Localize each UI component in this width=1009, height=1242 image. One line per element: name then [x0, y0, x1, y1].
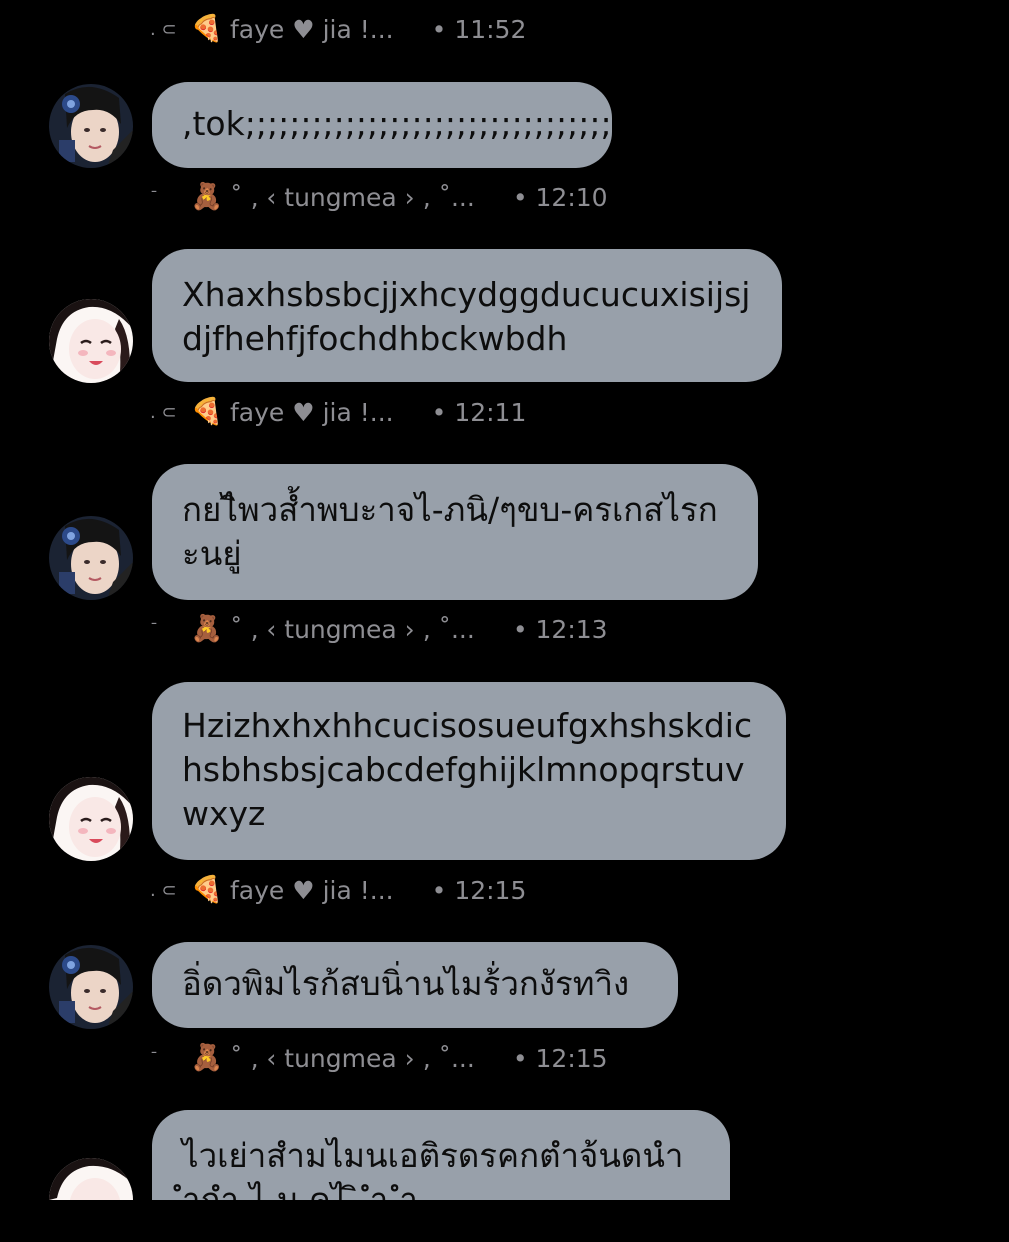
avatar-tungmea[interactable] [49, 299, 133, 383]
timestamp: • 12:15 [512, 1043, 608, 1073]
chat-thread: . ⊂ 🍕 faye ♥ jia !... • 11:52 ,tok;;;;;;… [0, 0, 1009, 1200]
user-marker: ¯ [150, 1048, 158, 1068]
sender-name[interactable]: faye ♥ jia !... [230, 876, 394, 905]
message-meta: ¯ 🧸 ˚ ‚ ‹ tungmea › ‚ ˚... • 12:13 [150, 609, 608, 649]
avatar-faye[interactable] [49, 84, 133, 168]
avatar-tungmea-image [49, 777, 133, 861]
avatar-faye-image [49, 945, 133, 1029]
avatar-tungmea[interactable] [49, 777, 133, 861]
user-marker: . ⊂ [150, 18, 177, 40]
timestamp: • 12:13 [512, 614, 608, 644]
teddy-bear-emoji: 🧸 [190, 614, 224, 644]
pizza-emoji: 🍕 [190, 397, 224, 427]
user-marker: ¯ [150, 619, 158, 639]
avatar-faye-image [49, 516, 133, 600]
pizza-emoji: 🍕 [190, 875, 224, 905]
avatar-tungmea-image [49, 1158, 133, 1200]
timestamp: • 12:15 [431, 875, 527, 905]
pizza-emoji: 🍕 [190, 14, 224, 44]
message-bubble[interactable]: Hzizhxhxhhcucisosueufgxhshskdichsbhsbsjc… [152, 682, 786, 860]
sender-name[interactable]: ˚ ‚ ‹ tungmea › ‚ ˚... [230, 183, 475, 212]
sender-name[interactable]: faye ♥ jia !... [230, 398, 394, 427]
timestamp: • 11:52 [431, 14, 527, 44]
message-meta: . ⊂ 🍕 faye ♥ jia !... • 12:11 [150, 392, 526, 432]
sender-name[interactable]: faye ♥ jia !... [230, 15, 394, 44]
message-bubble[interactable]: Xhaxhsbsbcjjxhcydggducucuxisijsjdjfhehfj… [152, 249, 782, 382]
message-meta: . ⊂ 🍕 faye ♥ jia !... • 12:15 [150, 870, 526, 910]
avatar-faye[interactable] [49, 516, 133, 600]
timestamp: • 12:10 [512, 182, 608, 212]
message-meta: ¯ 🧸 ˚ ‚ ‹ tungmea › ‚ ˚... • 12:10 [150, 177, 608, 217]
user-marker: . ⊂ [150, 879, 177, 901]
message-bubble[interactable]: ,tok;;;;;;;;;;;;;;;;;;;;;;;;;;;;;;;;;;;; [152, 82, 612, 168]
message-meta: ¯ 🧸 ˚ ‚ ‹ tungmea › ‚ ˚... • 12:15 [150, 1038, 608, 1078]
message-bubble[interactable]: กยไิพวส้ำพบะาจไ-ภนิ/ๆขบ-ครเกสไรกะนยู่ [152, 464, 758, 600]
avatar-faye-image [49, 84, 133, 168]
message-bubble[interactable]: ไวเย่าสำมไมนเอติรดรคกตำจ้นดนำ ำกำ ไ ม คไ… [152, 1110, 730, 1200]
avatar-tungmea-image [49, 299, 133, 383]
sender-name[interactable]: ˚ ‚ ‹ tungmea › ‚ ˚... [230, 615, 475, 644]
teddy-bear-emoji: 🧸 [190, 1043, 224, 1073]
sender-name[interactable]: ˚ ‚ ‹ tungmea › ‚ ˚... [230, 1044, 475, 1073]
user-marker: ¯ [150, 187, 158, 207]
avatar-tungmea[interactable] [49, 1158, 133, 1242]
teddy-bear-emoji: 🧸 [190, 182, 224, 212]
message-bubble[interactable]: อิ่ดวพิมไรก้สบนิ่านไมร้่วกงัรทาิง [152, 942, 678, 1028]
avatar-faye[interactable] [49, 945, 133, 1029]
message-meta: . ⊂ 🍕 faye ♥ jia !... • 11:52 [150, 9, 526, 49]
timestamp: • 12:11 [431, 397, 527, 427]
user-marker: . ⊂ [150, 401, 177, 423]
